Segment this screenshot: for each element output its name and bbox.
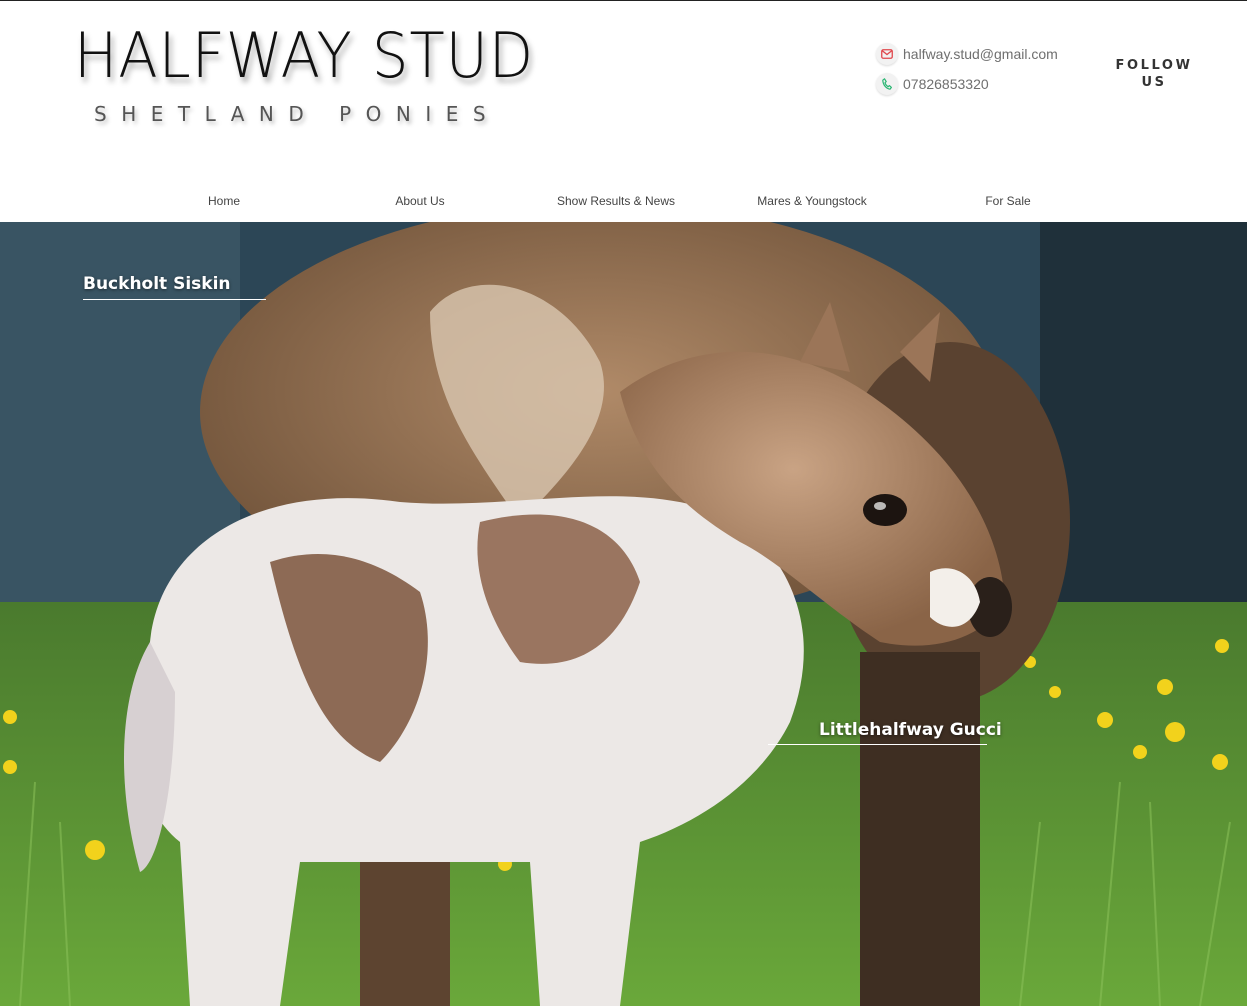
contact-phone[interactable]: 07826853320 xyxy=(903,76,989,92)
contact-email[interactable]: halfway.stud@gmail.com xyxy=(903,46,1058,62)
site-logo[interactable]: HALFWAY STUD SHETLAND PONIES xyxy=(74,19,554,126)
contact-info: halfway.stud@gmail.com 07826853320 xyxy=(876,39,1096,99)
envelope-icon xyxy=(876,43,898,65)
follow-line-1: FOLLOW xyxy=(1115,58,1193,73)
hero-image: Buckholt Siskin Littlehalfway Gucci xyxy=(0,222,1247,1006)
site-header: HALFWAY STUD SHETLAND PONIES halfway.stu… xyxy=(0,1,1247,221)
nav-show-results-news[interactable]: Show Results & News xyxy=(518,189,714,213)
contact-phone-row[interactable]: 07826853320 xyxy=(876,69,1096,99)
caption-buckholt-siskin: Buckholt Siskin xyxy=(83,274,231,294)
nav-home[interactable]: Home xyxy=(126,189,322,213)
main-nav: Home About Us Show Results & News Mares … xyxy=(126,189,1106,213)
caption-littlehalfway-gucci: Littlehalfway Gucci xyxy=(819,720,1002,740)
phone-icon xyxy=(876,73,898,95)
caption-underline-bottom xyxy=(768,744,987,745)
nav-for-sale[interactable]: For Sale xyxy=(910,189,1106,213)
follow-line-2: US xyxy=(1141,75,1167,90)
logo-subtitle: SHETLAND PONIES xyxy=(94,102,501,126)
hero-photo-illustration xyxy=(0,222,1247,1006)
follow-us[interactable]: FOLLOW US xyxy=(1108,57,1200,91)
contact-email-row[interactable]: halfway.stud@gmail.com xyxy=(876,39,1096,69)
nav-about-us[interactable]: About Us xyxy=(322,189,518,213)
nav-mares-youngstock[interactable]: Mares & Youngstock xyxy=(714,189,910,213)
caption-underline-top xyxy=(83,299,266,300)
logo-title: HALFWAY STUD xyxy=(74,19,535,92)
